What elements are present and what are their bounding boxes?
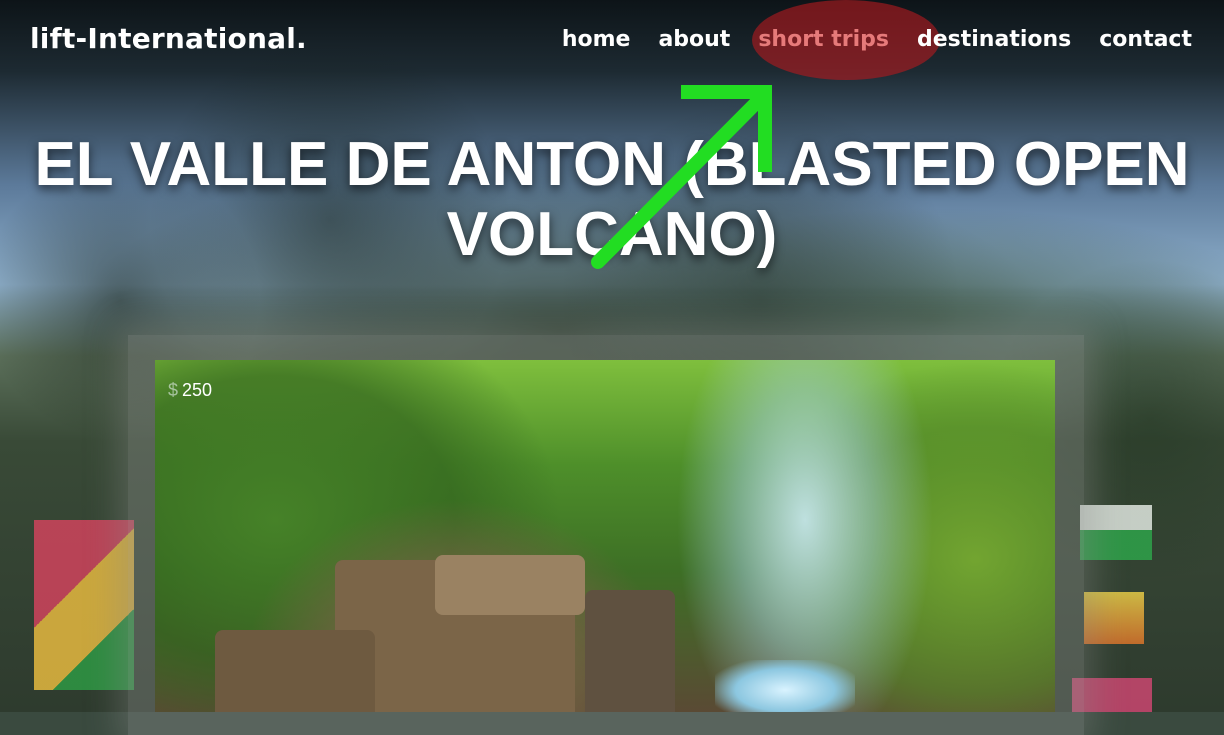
nav-item-about[interactable]: about — [644, 27, 744, 52]
background-tile-right-3 — [1072, 678, 1152, 712]
site-logo[interactable]: lift-International. — [30, 22, 307, 55]
nav-item-destinations[interactable]: destinations — [903, 27, 1085, 52]
image-rock — [585, 590, 675, 712]
page-title: EL VALLE DE ANTON (BLASTED OPEN VOLCANO) — [0, 130, 1224, 270]
image-rock — [215, 630, 375, 712]
page-title-line-2: VOLCANO) — [446, 200, 778, 269]
image-rock — [435, 555, 585, 615]
trip-price-value: 250 — [182, 380, 213, 400]
trip-card-image[interactable] — [155, 360, 1055, 712]
background-tile-right — [1080, 505, 1152, 560]
nav-item-contact[interactable]: contact — [1085, 27, 1206, 52]
site-header: lift-International. home about short tri… — [0, 0, 1224, 84]
image-stream — [715, 660, 855, 712]
background-tile-right-2 — [1084, 592, 1144, 644]
background-tile-left — [34, 520, 134, 690]
trip-price: $ 250 — [168, 380, 212, 401]
main-nav: home about short trips destinations cont… — [548, 27, 1206, 52]
page-title-line-1: EL VALLE DE ANTON (BLASTED OPEN — [34, 130, 1190, 199]
nav-item-home[interactable]: home — [548, 27, 645, 52]
dollar-icon: $ — [168, 380, 179, 400]
nav-item-short-trips[interactable]: short trips — [744, 27, 903, 52]
